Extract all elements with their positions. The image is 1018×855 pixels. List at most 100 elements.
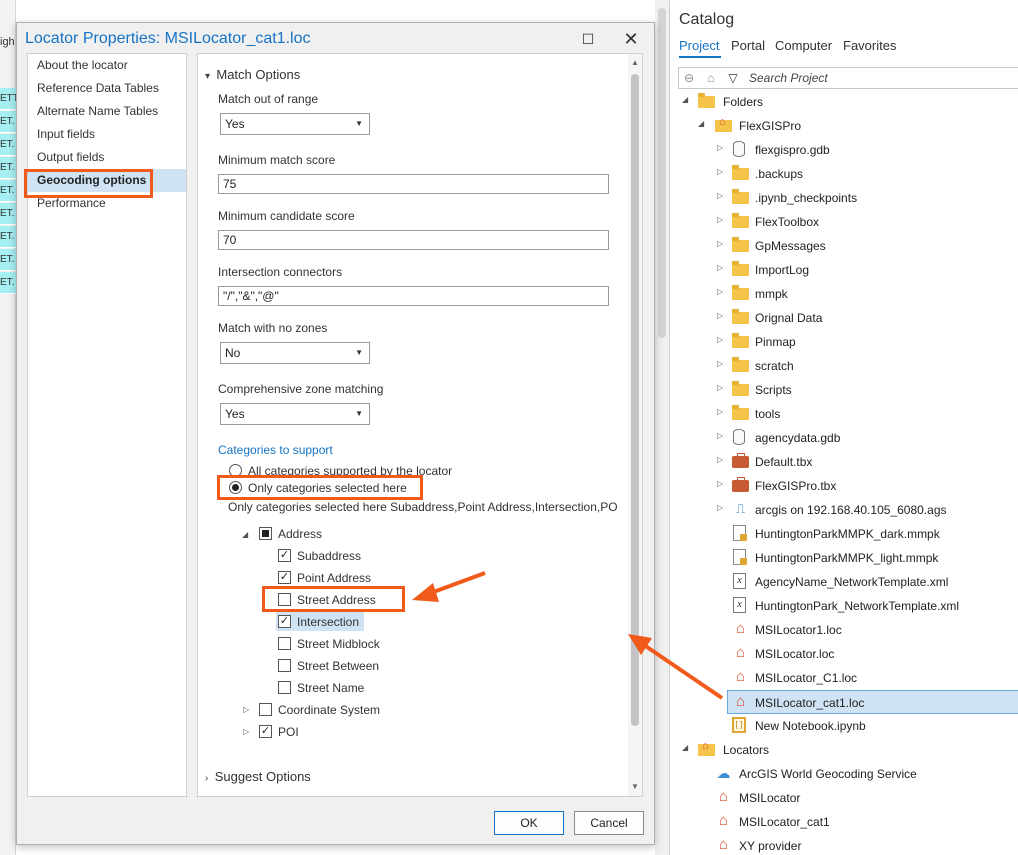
tab-project[interactable]: Project — [679, 38, 719, 53]
match-no-zones-select[interactable]: No ▼ — [220, 342, 370, 364]
tree-item[interactable]: ▷ Pinmap — [670, 330, 1018, 354]
tree-item[interactable]: ⌂ MSILocator1.loc — [670, 618, 1018, 642]
comprehensive-zone-select[interactable]: Yes ▼ — [220, 403, 370, 425]
tree-item-locators[interactable]: ◢ Locators — [670, 738, 1018, 762]
tree-item[interactable]: ⌂ MSILocator_C1.loc — [670, 666, 1018, 690]
collapsed-arrow-icon[interactable]: ▷ — [717, 455, 723, 464]
folder-icon — [732, 333, 749, 348]
collapsed-arrow-icon[interactable]: ▷ — [717, 215, 723, 224]
scroll-up-icon[interactable]: ▲ — [631, 58, 639, 67]
collapsed-arrow-icon[interactable]: ▷ — [717, 191, 723, 200]
home-folder-icon — [715, 116, 732, 132]
coordinate-system-checkbox[interactable] — [259, 703, 272, 716]
collapsed-arrow-icon[interactable]: ▷ — [717, 479, 723, 488]
tree-item[interactable]: ⌂ XY provider — [670, 834, 1018, 855]
expanded-arrow-icon[interactable]: ◢ — [682, 95, 688, 104]
tree-item[interactable]: ⌂ MSILocator_cat1 — [670, 810, 1018, 834]
collapsed-arrow-icon[interactable]: ▷ — [717, 263, 723, 272]
tree-item[interactable]: ▷ FlexToolbox — [670, 210, 1018, 234]
tree-item[interactable]: ▷ mmpk — [670, 282, 1018, 306]
collapsed-arrow-icon[interactable]: ▷ — [717, 503, 723, 512]
collapsed-arrow-icon[interactable]: ▷ — [717, 335, 723, 344]
scroll-down-icon[interactable]: ▼ — [631, 782, 639, 791]
close-button[interactable]: ✕ — [621, 29, 641, 49]
collapsed-arrow-icon[interactable]: ▷ — [717, 383, 723, 392]
collapsed-arrow-icon[interactable]: ▷ — [717, 239, 723, 248]
collapse-triangle-icon[interactable]: ▷ — [243, 727, 249, 736]
tab-portal[interactable]: Portal — [731, 38, 765, 53]
maximize-button[interactable]: ☐ — [578, 29, 598, 49]
tree-item[interactable]: ▷ ImportLog — [670, 258, 1018, 282]
collapsed-arrow-icon[interactable]: ▷ — [717, 359, 723, 368]
search-input[interactable]: Search Project — [749, 71, 828, 85]
min-match-score-input[interactable] — [218, 174, 609, 194]
street-midblock-checkbox[interactable] — [278, 637, 291, 650]
filter-icon[interactable]: ▽ — [725, 70, 741, 86]
poi-checkbox[interactable]: ✓ — [259, 725, 272, 738]
locator-properties-dialog: Locator Properties: MSILocator_cat1.loc … — [16, 22, 655, 845]
tree-item[interactable]: ▷ scratch — [670, 354, 1018, 378]
expanded-arrow-icon[interactable]: ◢ — [698, 119, 704, 128]
annotation-highlight-box — [217, 475, 423, 500]
back-icon[interactable]: ⊖ — [681, 70, 697, 86]
nav-item-input-fields[interactable]: Input fields — [28, 123, 186, 146]
min-candidate-score-input[interactable] — [218, 230, 609, 250]
tree-item[interactable]: ▷ agencydata.gdb — [670, 426, 1018, 450]
tab-computer[interactable]: Computer — [775, 38, 832, 53]
home-icon[interactable]: ⌂ — [703, 70, 719, 86]
tree-item-selected[interactable]: ⌂ MSILocator_cat1.loc — [727, 690, 1018, 714]
tree-item[interactable]: ▷ Default.tbx — [670, 450, 1018, 474]
match-out-of-range-select[interactable]: Yes ▼ — [220, 113, 370, 135]
collapsed-arrow-icon[interactable]: ▷ — [717, 287, 723, 296]
point-address-checkbox[interactable]: ✓ — [278, 571, 291, 584]
nav-item-about[interactable]: About the locator — [28, 54, 186, 77]
suggest-options-header[interactable]: › Suggest Options — [205, 769, 311, 784]
collapse-triangle-icon[interactable]: ▷ — [243, 705, 249, 714]
tree-item[interactable]: ▷ tools — [670, 402, 1018, 426]
tree-item[interactable]: x HuntingtonPark_NetworkTemplate.xml — [670, 594, 1018, 618]
tree-item[interactable]: ⌂ MSILocator — [670, 786, 1018, 810]
tree-item[interactable]: ▷ Orignal Data — [670, 306, 1018, 330]
tree-item[interactable]: ▷ .ipynb_checkpoints — [670, 186, 1018, 210]
tree-item[interactable]: ☁ ArcGIS World Geocoding Service — [670, 762, 1018, 786]
street-name-checkbox[interactable] — [278, 681, 291, 694]
street-between-checkbox[interactable] — [278, 659, 291, 672]
collapsed-arrow-icon[interactable]: ▷ — [717, 311, 723, 320]
expanded-arrow-icon[interactable]: ◢ — [682, 743, 688, 752]
background-scrollbar[interactable] — [658, 8, 666, 338]
collapsed-arrow-icon[interactable]: ▷ — [717, 167, 723, 176]
intersection-checkbox[interactable]: ✓ — [278, 615, 291, 628]
intersection-connectors-input[interactable] — [218, 286, 609, 306]
collapsed-arrow-icon[interactable]: ▷ — [717, 143, 723, 152]
tree-item-folders[interactable]: ◢ Folders — [670, 90, 1018, 114]
content-scrollbar[interactable]: ▲ ▼ — [628, 54, 642, 796]
tree-item[interactable]: ▷ Scripts — [670, 378, 1018, 402]
tree-item[interactable]: ▷ GpMessages — [670, 234, 1018, 258]
nav-item-alternate-name-tables[interactable]: Alternate Name Tables — [28, 100, 186, 123]
notebook-icon: [ ] — [732, 717, 746, 733]
nav-item-output-fields[interactable]: Output fields — [28, 146, 186, 169]
catalog-search-bar[interactable]: ⊖ ⌂ ▽ Search Project — [678, 67, 1018, 89]
tree-item[interactable]: x AgencyName_NetworkTemplate.xml — [670, 570, 1018, 594]
match-options-header[interactable]: ▾ Match Options — [205, 67, 300, 82]
tree-item[interactable]: [ ] New Notebook.ipynb — [670, 714, 1018, 738]
address-checkbox[interactable] — [259, 527, 272, 540]
tab-favorites[interactable]: Favorites — [843, 38, 896, 53]
tree-item[interactable]: HuntingtonParkMMPK_dark.mmpk — [670, 522, 1018, 546]
scroll-thumb[interactable] — [631, 74, 639, 726]
tree-item[interactable]: HuntingtonParkMMPK_light.mmpk — [670, 546, 1018, 570]
subaddress-checkbox[interactable]: ✓ — [278, 549, 291, 562]
collapsed-arrow-icon[interactable]: ▷ — [717, 407, 723, 416]
tree-item[interactable]: ▷ flexgispro.gdb — [670, 138, 1018, 162]
collapsed-arrow-icon[interactable]: ▷ — [717, 431, 723, 440]
tree-item-flexgispro[interactable]: ◢ FlexGISPro — [670, 114, 1018, 138]
tree-item[interactable]: ▷ ⎍ arcgis on 192.168.40.105_6080.ags — [670, 498, 1018, 522]
ok-button[interactable]: OK — [494, 811, 564, 835]
tree-item[interactable]: ▷ FlexGISPro.tbx — [670, 474, 1018, 498]
nav-item-reference-data-tables[interactable]: Reference Data Tables — [28, 77, 186, 100]
tree-item[interactable]: ▷ .backups — [670, 162, 1018, 186]
pane-splitter[interactable] — [655, 0, 669, 855]
tree-item[interactable]: ⌂ MSILocator.loc — [670, 642, 1018, 666]
cancel-button[interactable]: Cancel — [574, 811, 644, 835]
expand-triangle-icon[interactable]: ◢ — [242, 530, 248, 539]
